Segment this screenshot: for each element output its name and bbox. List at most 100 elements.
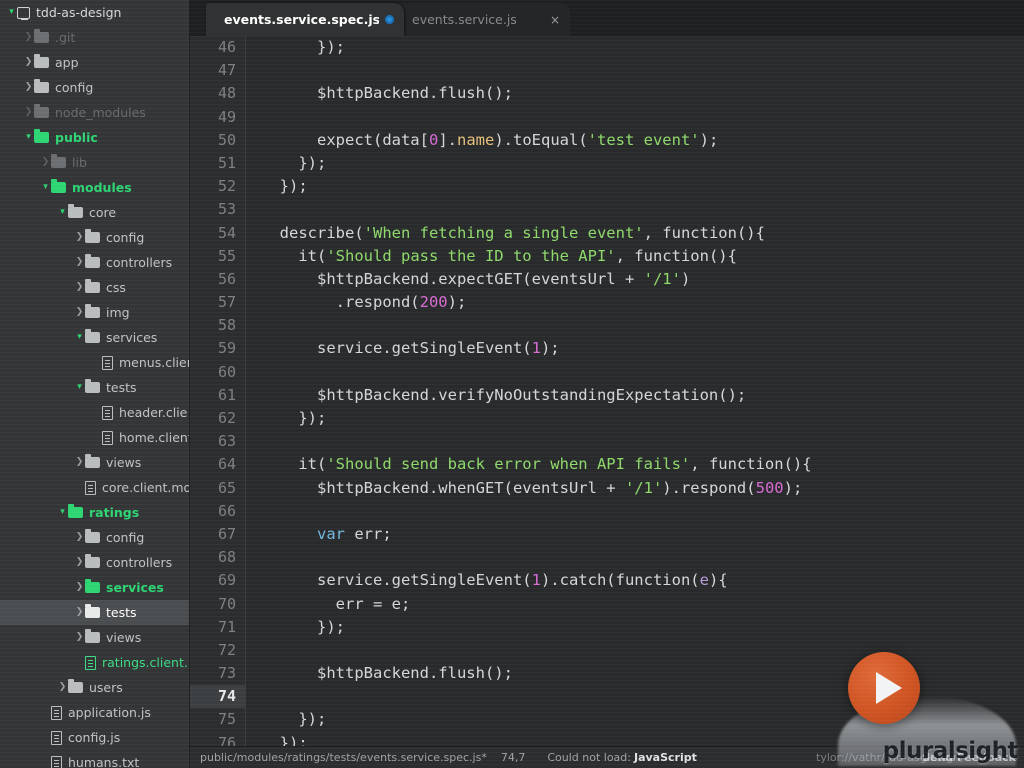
code-line[interactable] (247, 639, 1024, 662)
code-line[interactable]: $httpBackend.flush(); (247, 82, 1024, 105)
code-line[interactable]: $httpBackend.expectGET(eventsUrl + '/1') (247, 268, 1024, 291)
chevron-down-icon[interactable]: ▾ (74, 375, 85, 400)
tree-item--git[interactable]: ❯ .git (0, 25, 189, 50)
chevron-right-icon[interactable]: ❯ (74, 250, 85, 275)
code-line[interactable]: $httpBackend.whenGET(eventsUrl + '/1').r… (247, 477, 1024, 500)
tab-bar[interactable]: events.service.spec.js events.service.js… (190, 0, 1024, 36)
code-line[interactable] (247, 314, 1024, 337)
chevron-right-icon[interactable]: ❯ (74, 525, 85, 550)
chevron-down-icon[interactable]: ▾ (40, 175, 51, 200)
status-send-feedback[interactable]: Send Feedback (922, 751, 1016, 764)
code-line[interactable] (247, 198, 1024, 221)
tree-item-config-js[interactable]: · config.js (0, 725, 189, 750)
code-line[interactable]: }); (247, 152, 1024, 175)
status-cursor-position[interactable]: 74,7 (501, 751, 526, 764)
tree-item-tests[interactable]: ❯ tests (0, 600, 189, 625)
chevron-right-icon[interactable]: ❯ (74, 450, 85, 475)
code-line[interactable] (247, 59, 1024, 82)
chevron-right-icon[interactable]: ❯ (57, 675, 68, 700)
code-line[interactable] (247, 546, 1024, 569)
tree-item-menus-client[interactable]: · menus.client (0, 350, 189, 375)
tree-item-core-client-mo[interactable]: · core.client.mo (0, 475, 189, 500)
code-line[interactable]: err = e; (247, 593, 1024, 616)
tree-item-controllers[interactable]: ❯ controllers (0, 550, 189, 575)
tree-item-views[interactable]: ❯ views (0, 450, 189, 475)
tree-item-ratings[interactable]: ▾ ratings (0, 500, 189, 525)
tree-root-project[interactable]: ▾ tdd-as-design (0, 0, 189, 25)
tab-events-service[interactable]: events.service.js × (394, 3, 570, 36)
status-file-path[interactable]: public/modules/ratings/tests/events.serv… (200, 751, 487, 764)
chevron-right-icon[interactable]: ❯ (74, 275, 85, 300)
code-line[interactable]: it('Should send back error when API fail… (247, 453, 1024, 476)
code-line[interactable]: it('Should pass the ID to the API', func… (247, 245, 1024, 268)
code-line[interactable]: $httpBackend.verifyNoOutstandingExpectat… (247, 384, 1024, 407)
chevron-right-icon[interactable]: ❯ (74, 300, 85, 325)
chevron-down-icon[interactable]: ▾ (57, 500, 68, 525)
line-number: 59 (217, 339, 236, 358)
code-line[interactable]: .respond(200); (247, 291, 1024, 314)
modified-dot-icon[interactable] (385, 15, 394, 24)
tree-item-humans-txt[interactable]: · humans.txt (0, 750, 189, 768)
tab-events-service-spec[interactable]: events.service.spec.js (206, 3, 404, 36)
close-icon[interactable]: × (550, 13, 560, 27)
code-line[interactable]: var err; (247, 523, 1024, 546)
tree-item-views[interactable]: ❯ views (0, 625, 189, 650)
chevron-down-icon[interactable]: ▾ (74, 325, 85, 350)
play-button-icon[interactable] (848, 652, 920, 724)
tree-item-css[interactable]: ❯ css (0, 275, 189, 300)
tree-item-core[interactable]: ▾ core (0, 200, 189, 225)
code-line[interactable]: service.getSingleEvent(1).catch(function… (247, 569, 1024, 592)
tree-item-app[interactable]: ❯ app (0, 50, 189, 75)
tree-item-img[interactable]: ❯ img (0, 300, 189, 325)
chevron-right-icon[interactable]: ❯ (40, 150, 51, 175)
code-line[interactable]: }); (247, 407, 1024, 430)
code-line[interactable] (247, 361, 1024, 384)
code-line[interactable]: service.getSingleEvent(1); (247, 337, 1024, 360)
code-line[interactable]: expect(data[0].name).toEqual('test event… (247, 129, 1024, 152)
code-content[interactable]: }); $httpBackend.flush(); expect(data[0]… (247, 36, 1024, 746)
chevron-right-icon[interactable]: ❯ (74, 625, 85, 650)
code-line[interactable]: }); (247, 732, 1024, 746)
tree-item-tests[interactable]: ▾ tests (0, 375, 189, 400)
tree-item-list[interactable]: ❯ .git ❯ app ❯ config ❯ node_modules ▾ public ❯ lib… (0, 25, 189, 768)
code-line[interactable]: }); (247, 175, 1024, 198)
status-grammar[interactable]: JavaScript (634, 751, 697, 764)
tree-item-services[interactable]: ❯ services (0, 575, 189, 600)
chevron-right-icon[interactable]: ❯ (74, 575, 85, 600)
code-line[interactable] (247, 500, 1024, 523)
code-line[interactable] (247, 430, 1024, 453)
code-line[interactable] (247, 106, 1024, 129)
chevron-right-icon[interactable]: ❯ (74, 600, 85, 625)
tree-item-application-js[interactable]: · application.js (0, 700, 189, 725)
tree-item-ratings-client-r[interactable]: · ratings.client.r (0, 650, 189, 675)
chevron-down-icon[interactable]: ▾ (57, 200, 68, 225)
chevron-right-icon[interactable]: ❯ (74, 550, 85, 575)
tree-item-config[interactable]: ❯ config (0, 225, 189, 250)
chevron-right-icon[interactable]: ❯ (23, 100, 34, 125)
code-line[interactable]: }); (247, 36, 1024, 59)
chevron-right-icon[interactable]: ❯ (74, 225, 85, 250)
file-tree-sidebar[interactable]: ▾ tdd-as-design ❯ .git ❯ app ❯ config ❯ node_mo… (0, 0, 190, 768)
tree-item-services[interactable]: ▾ services (0, 325, 189, 350)
chevron-right-icon[interactable]: ❯ (23, 50, 34, 75)
code-token: '/1' (624, 478, 663, 497)
chevron-down-icon[interactable]: ▾ (23, 125, 34, 150)
tree-item-node-modules[interactable]: ❯ node_modules (0, 100, 189, 125)
chevron-right-icon[interactable]: ❯ (23, 25, 34, 50)
tree-item-controllers[interactable]: ❯ controllers (0, 250, 189, 275)
code-line[interactable]: }); (247, 616, 1024, 639)
code-token: describe( (261, 223, 364, 242)
status-bar[interactable]: public/modules/ratings/tests/events.serv… (190, 746, 1024, 768)
tree-item-users[interactable]: ❯ users (0, 675, 189, 700)
code-line[interactable]: describe('When fetching a single event',… (247, 222, 1024, 245)
tree-item-header-clie[interactable]: · header.clie (0, 400, 189, 425)
code-editor[interactable]: 46 47 48 49 50 51 52 53 54 55 56 57 58 59 60 61 62 63 64 65… (190, 36, 1024, 746)
tree-item-lib[interactable]: ❯ lib (0, 150, 189, 175)
tree-item-config[interactable]: ❯ config (0, 75, 189, 100)
tree-item-home-client[interactable]: · home.client (0, 425, 189, 450)
tree-item-modules[interactable]: ▾ modules (0, 175, 189, 200)
chevron-down-icon[interactable]: ▾ (6, 0, 17, 25)
chevron-right-icon[interactable]: ❯ (23, 75, 34, 100)
tree-item-public[interactable]: ▾ public (0, 125, 189, 150)
tree-item-config[interactable]: ❯ config (0, 525, 189, 550)
